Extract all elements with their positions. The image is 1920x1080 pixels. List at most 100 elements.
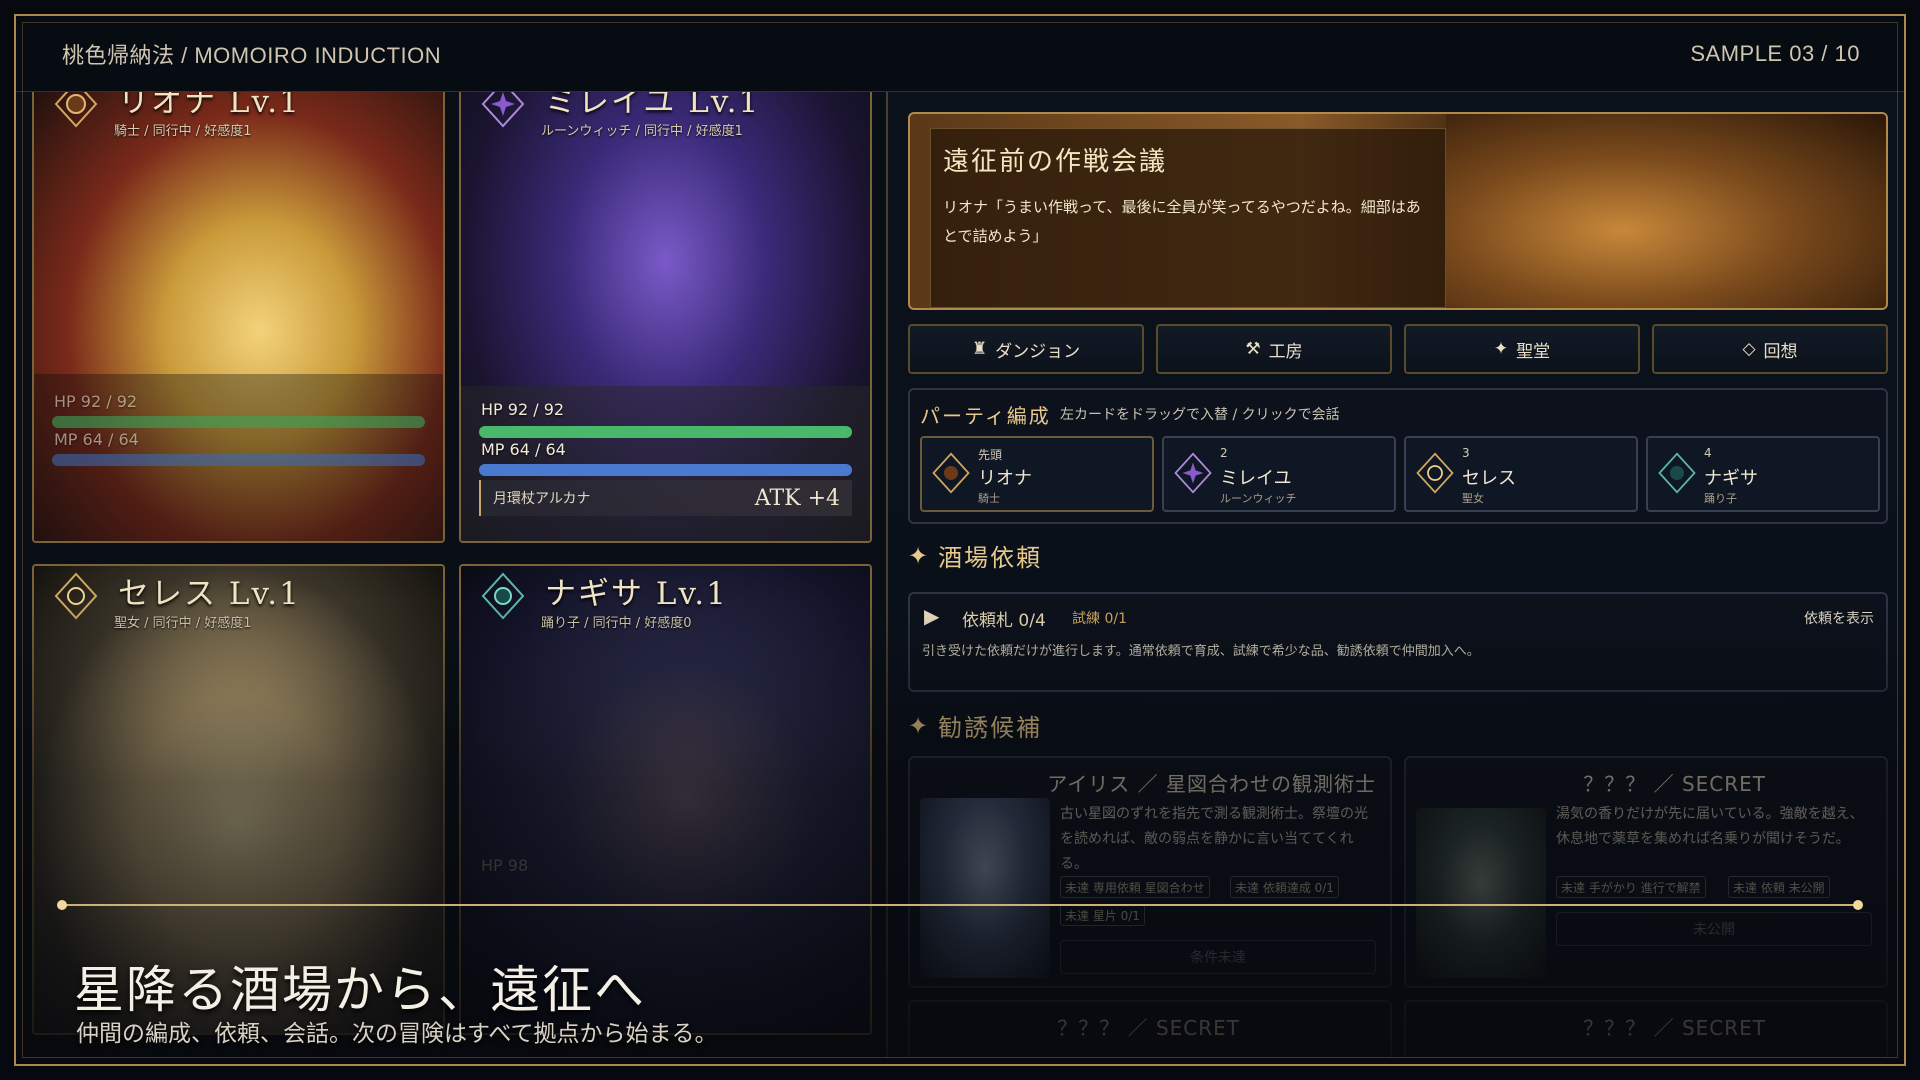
saint-crest-icon [1416,452,1454,494]
event-dialogue: リオナ「うまい作戦って、最後に全員が笑ってるやつだよね。細部はあとで詰めよう」 [943,198,1421,245]
recruit-button[interactable]: 未公開 [1556,912,1872,946]
knight-crest-icon [932,452,970,494]
knight-crest-icon [54,92,98,128]
requirement-tag: 未達 専用依頼 星図合わせ [1060,876,1210,898]
recruit-description: 湯気の香りだけが先に届いている。強敵を越え、休息地で薬草を集めれば名乗りが聞けそ… [1556,806,1864,847]
event-banner[interactable]: 遠征前の作戦会議 リオナ「うまい作戦って、最後に全員が笑ってるやつだよね。細部は… [908,112,1888,310]
caption-subtitle: 仲間の編成、依頼、会話。次の冒険はすべて拠点から始まる。 [76,1021,718,1047]
slot-position: 3 [1462,446,1470,460]
recruit-description: 古い星図のずれを指先で測る観測術士。祭壇の光を読めれば、敵の弱点を静かに言い当て… [1060,806,1368,872]
hp-label: HP 92 / 92 [481,400,565,419]
character-status: ルーンウィッチ / 同行中 / 好感度1 [541,124,743,139]
party-formation: パーティ編成 左カードをドラッグで入替 / クリックで会話 先頭 リオナ 騎士 … [908,388,1888,524]
quest-count: 依頼札 0/4 [962,611,1046,631]
party-heading: パーティ編成 [920,404,1051,428]
character-card-mireille[interactable]: ミレイユ Lv.1 ルーンウィッチ / 同行中 / 好感度1 HP 92 / 9… [459,92,872,543]
hp-bar [52,416,425,428]
nav-label: ダンジョン [995,341,1081,362]
character-name: ナギサ Lv.1 [545,576,728,612]
slot-class: 騎士 [978,492,1000,505]
hp-bar [479,426,852,438]
slot-name: ミレイユ [1220,468,1292,489]
party-slot-4[interactable]: 4 ナギサ 踊り子 [1646,436,1880,512]
play-icon: ▶ [924,604,940,628]
requirement-tag: 未達 依頼達成 0/1 [1230,876,1339,898]
slot-name: セレス [1462,468,1516,489]
diamond-icon: ◇ [1742,339,1756,359]
caption-divider [62,904,1858,906]
recruit-card[interactable]: アイリス ／ 星図合わせの観測術士 古い星図のずれを指先で測る観測術士。祭壇の光… [908,756,1392,988]
recruit-portrait [920,798,1050,978]
quest-panel[interactable]: ▶ 依頼札 0/4 試練 0/1 依頼を表示 引き受けた依頼だけが進行します。通… [908,592,1888,692]
party-slot-3[interactable]: 3 セレス 聖女 [1404,436,1638,512]
trial-count: 試練 0/1 [1072,611,1127,627]
requirement-tag: 未達 手がかり 進行で解禁 [1556,876,1706,898]
recruit-title: ？？？ ／ SECRET [1583,1016,1766,1040]
nav-label: 回想 [1763,341,1798,362]
quest-heading: ✦ 酒場依頼 [908,538,1042,573]
top-bar: 桃色帰納法 / MOMOIRO INDUCTION SAMPLE 03 / 10 [16,16,1904,92]
star-icon: ✦ [1493,339,1509,359]
witch-crest-icon [481,92,525,128]
base-panel: 遠征前の作戦会議 リオナ「うまい作戦って、最後に全員が笑ってるやつだよね。細部は… [886,92,1904,1058]
quest-heading-text: 酒場依頼 [938,544,1043,572]
nav-dungeon-button[interactable]: ♜ ダンジョン [908,324,1144,374]
character-status: 聖女 / 同行中 / 好感度1 [114,616,252,631]
character-card-riona[interactable]: リオナ Lv.1 騎士 / 同行中 / 好感度1 HP 92 / 92 MP 6… [32,92,445,543]
party-slot-2[interactable]: 2 ミレイユ ルーンウィッチ [1162,436,1396,512]
show-quests-link[interactable]: 依頼を表示 [1804,608,1874,628]
character-name: ミレイユ Lv.1 [545,92,761,120]
quest-description: 引き受けた依頼だけが進行します。通常依頼で育成、試練で希少な品、勧誘依頼で仲間加… [922,644,1480,659]
mp-label: MP 64 / 64 [481,440,566,459]
nav-recollection-button[interactable]: ◇ 回想 [1652,324,1888,374]
mp-label: MP 64 / 64 [54,430,139,449]
hp-label: HP 98 [481,856,529,875]
slot-name: リオナ [978,468,1032,489]
dancer-crest-icon [481,572,525,620]
slot-position: 2 [1220,446,1228,460]
party-hint: 左カードをドラッグで入替 / クリックで会話 [1060,407,1340,423]
sparkle-icon: ✦ [908,541,931,570]
dancer-crest-icon [1658,452,1696,494]
nav-label: 工房 [1268,341,1303,362]
recruit-title: ？？？ ／ SECRET [1583,772,1766,796]
witch-crest-icon [1174,452,1212,494]
party-slot-1[interactable]: 先頭 リオナ 騎士 [920,436,1154,512]
mp-bar [52,454,425,466]
recruit-card[interactable]: ？？？ ／ SECRET [908,1000,1392,1058]
atk-bonus: ATK +4 [754,485,840,511]
game-stage: リオナ Lv.1 騎士 / 同行中 / 好感度1 HP 92 / 92 MP 6… [16,92,1904,1058]
recruit-title: ？？？ ／ SECRET [1057,1016,1240,1040]
recruit-heading-text: 勧誘候補 [938,714,1043,742]
mp-bar [479,464,852,476]
game-title: 桃色帰納法 / MOMOIRO INDUCTION [62,42,442,68]
slot-position: 先頭 [978,448,1003,462]
character-name: リオナ Lv.1 [118,92,301,120]
recruit-heading: ✦ 勧誘候補 [908,708,1042,743]
weapon-name: 月環杖アルカナ [493,491,591,507]
character-status: 踊り子 / 同行中 / 好感度0 [541,616,692,631]
slot-position: 4 [1704,446,1712,460]
hammer-icon: ⚒ [1245,339,1261,359]
hp-label: HP 92 / 92 [54,392,138,411]
sparkle-icon: ✦ [908,711,931,740]
requirement-tag: 未達 星片 0/1 [1060,904,1145,926]
recruit-card[interactable]: ？？？ ／ SECRET [1404,1000,1888,1058]
weapon-row: 月環杖アルカナ ATK +4 [479,480,852,516]
recruit-title: アイリス ／ 星図合わせの観測術士 [1047,772,1376,796]
event-textbox: 遠征前の作戦会議 リオナ「うまい作戦って、最後に全員が笑ってるやつだよね。細部は… [930,128,1446,308]
tower-icon: ♜ [971,339,988,359]
recruit-button[interactable]: 条件未達 [1060,940,1376,974]
slot-class: 踊り子 [1704,492,1737,505]
sample-counter: SAMPLE 03 / 10 [1690,40,1860,66]
nav-workshop-button[interactable]: ⚒ 工房 [1156,324,1392,374]
divider-dot-left [57,900,67,910]
nav-sanctuary-button[interactable]: ✦ 聖堂 [1404,324,1640,374]
slot-class: 聖女 [1462,492,1484,505]
requirement-tag: 未達 依頼 未公開 [1728,876,1830,898]
caption-headline: 星降る酒場から、遠征へ [74,961,646,1019]
divider-dot-right [1853,900,1863,910]
character-status: 騎士 / 同行中 / 好感度1 [114,124,252,139]
recruit-card[interactable]: ？？？ ／ SECRET 湯気の香りだけが先に届いている。強敵を越え、休息地で薬… [1404,756,1888,988]
character-name: セレス Lv.1 [118,576,301,612]
